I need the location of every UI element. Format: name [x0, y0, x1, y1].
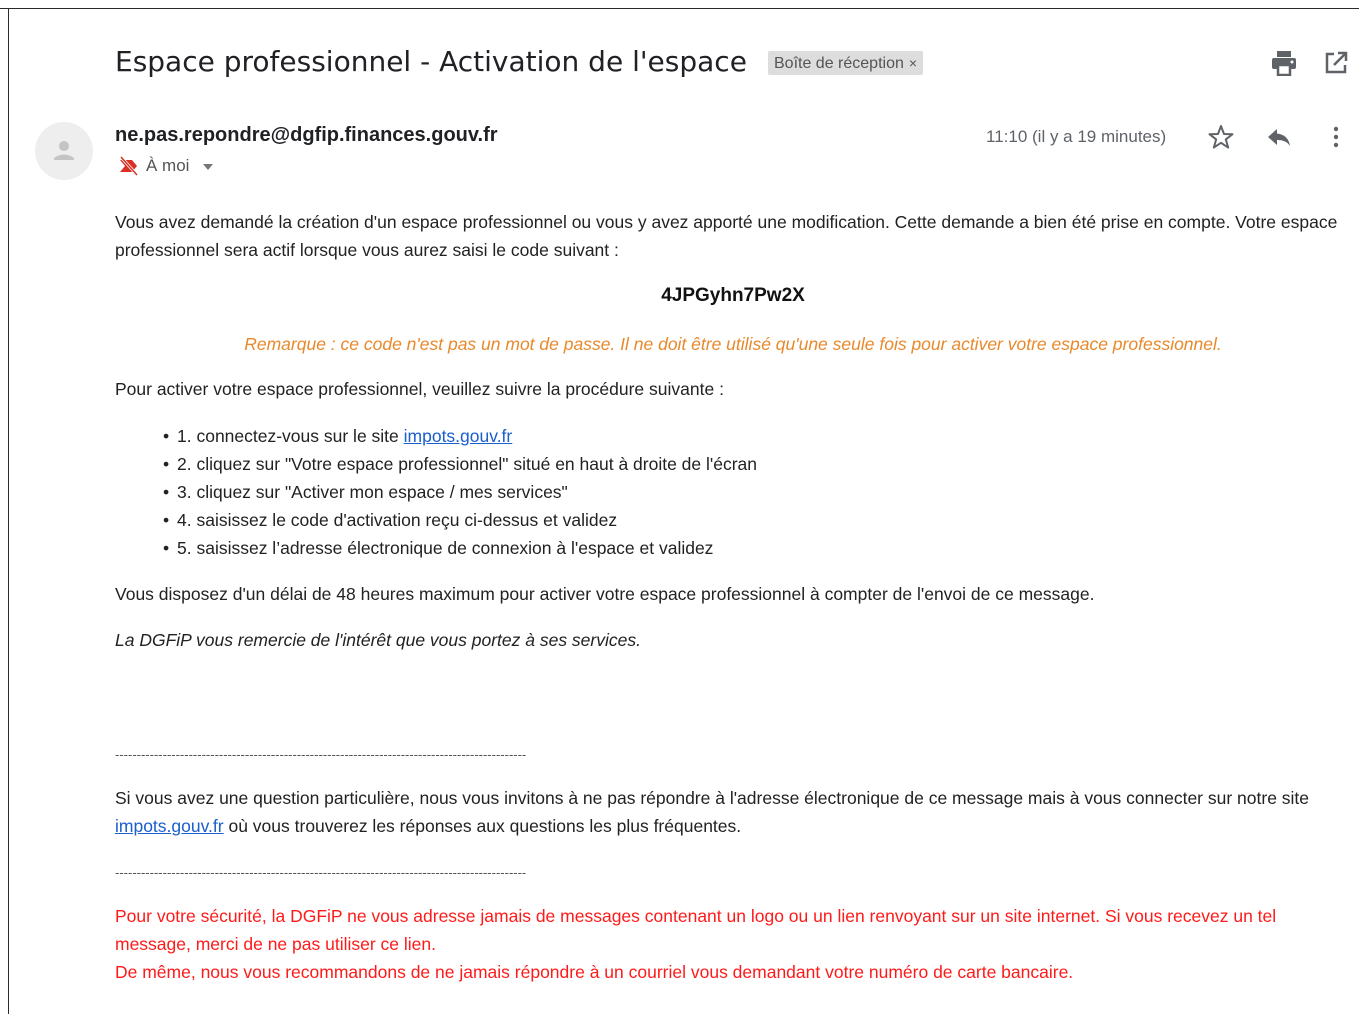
sender-avatar[interactable]: [35, 122, 93, 180]
recipient-text: À moi: [146, 156, 190, 175]
impots-link[interactable]: impots.gouv.fr: [115, 816, 224, 836]
list-item: 2. cliquez sur "Votre espace professionn…: [163, 450, 1351, 478]
list-item: 5. saisissez l’adresse électronique de c…: [163, 534, 1351, 562]
question-text: Si vous avez une question particulière, …: [115, 788, 1310, 808]
impots-link[interactable]: impots.gouv.fr: [404, 426, 513, 446]
star-icon[interactable]: [1208, 124, 1234, 150]
print-icon[interactable]: [1270, 50, 1298, 76]
window-top-border: [0, 8, 1359, 9]
divider: ----------------------------------------…: [115, 865, 527, 880]
security-text-1: Pour votre sécurité, la DGFiP ne vous ad…: [115, 906, 1277, 954]
question-end-text: où vous trouverez les réponses aux quest…: [223, 816, 742, 836]
procedure-steps: 1. connectez-vous sur le site impots.gou…: [115, 422, 1351, 562]
security-text-2: De même, nous vous recommandons de ne ja…: [115, 962, 1074, 982]
procedure-intro: Pour activer votre espace professionnel,…: [115, 379, 724, 399]
security-warning: Pour votre sécurité, la DGFiP ne vous ad…: [115, 902, 1351, 986]
important-marker-icon[interactable]: [118, 156, 140, 176]
list-item: 4. saisissez le code d'activation reçu c…: [163, 506, 1351, 534]
remark-paragraph: Remarque : ce code n'est pas un mot de p…: [244, 334, 1222, 354]
more-vertical-icon[interactable]: [1326, 124, 1346, 150]
open-in-new-window-icon[interactable]: [1323, 50, 1349, 76]
list-item: 1. connectez-vous sur le site impots.gou…: [163, 422, 1351, 450]
chevron-down-icon[interactable]: [202, 163, 214, 171]
reply-icon[interactable]: [1266, 124, 1292, 150]
email-timestamp: 11:10 (il y a 19 minutes): [986, 127, 1167, 146]
step-text: 1. connectez-vous sur le site: [177, 426, 404, 446]
sender-address[interactable]: ne.pas.repondre@dgfip.finances.gouv.fr: [115, 124, 498, 147]
remove-label-button[interactable]: ×: [909, 55, 917, 71]
delay-paragraph: Vous disposez d'un délai de 48 heures ma…: [115, 584, 1095, 604]
email-subject: Espace professionnel - Activation de l'e…: [115, 45, 747, 78]
intro-paragraph: Vous avez demandé la création d'un espac…: [115, 212, 1338, 260]
email-body: Vous avez demandé la création d'un espac…: [115, 208, 1351, 986]
thanks-paragraph: La DGFiP vous remercie de l'intérêt que …: [115, 630, 641, 650]
window-left-border: [8, 8, 9, 1014]
list-item: 3. cliquez sur "Activer mon espace / mes…: [163, 478, 1351, 506]
inbox-label-chip[interactable]: Boîte de réception ×: [768, 51, 924, 75]
person-avatar-icon: [54, 141, 74, 160]
question-paragraph: Si vous avez une question particulière, …: [115, 784, 1351, 840]
divider: ----------------------------------------…: [115, 747, 527, 762]
activation-code: 4JPGyhn7Pw2X: [661, 285, 805, 306]
inbox-label-text: Boîte de réception: [774, 55, 904, 72]
